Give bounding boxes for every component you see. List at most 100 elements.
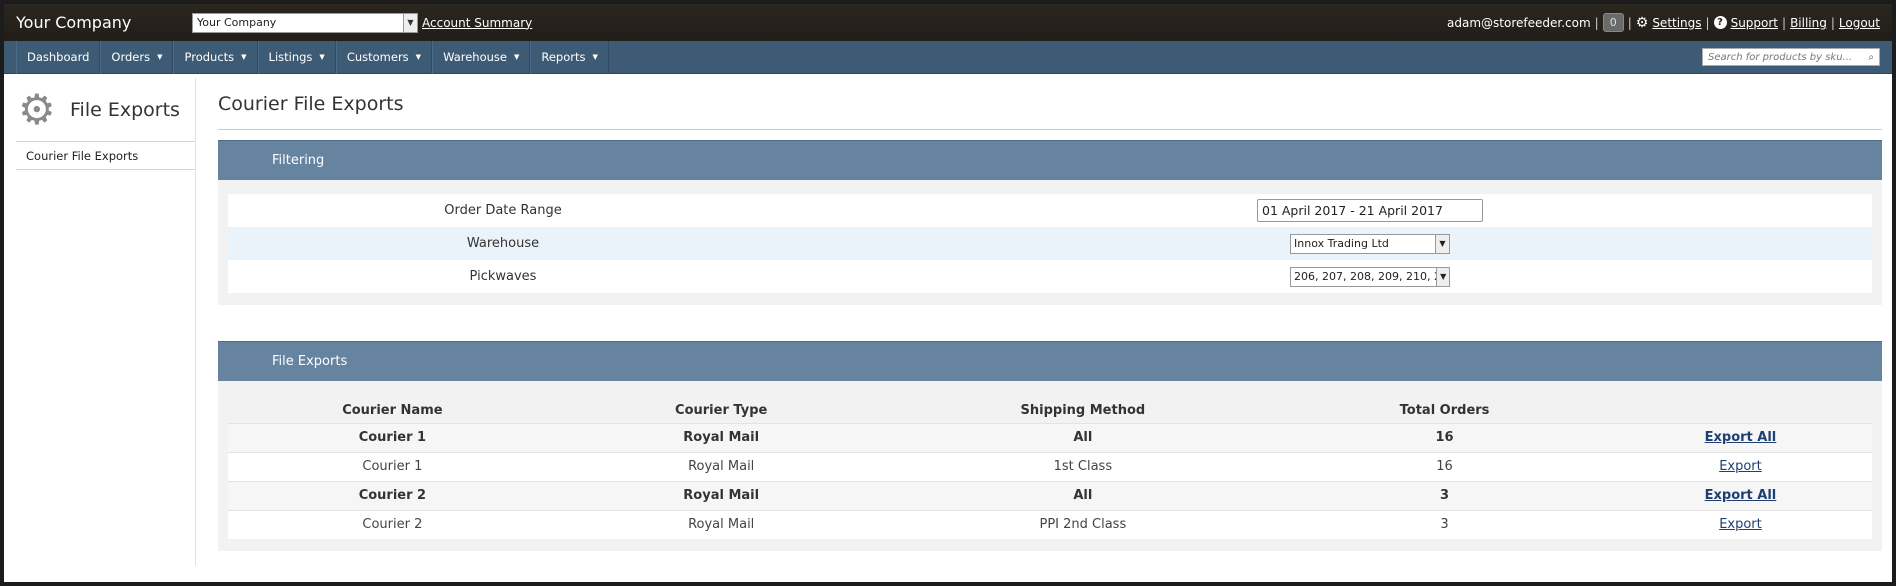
caret-down-icon: ▼ (592, 53, 598, 61)
courier-name: Courier 1 (228, 451, 557, 481)
courier-name: Courier 2 (228, 509, 557, 539)
brand-name: Your Company (16, 13, 132, 32)
filter-row-date-range: Order Date Range 01 April 2017 - 21 Apri… (228, 194, 1872, 227)
user-menu: adam@storefeeder.com | 0 | ⚙ Settings | … (1447, 13, 1880, 32)
courier-name: Courier 2 (228, 480, 557, 510)
sidebar-item-label: Courier File Exports (26, 148, 139, 163)
total-orders: 16 (1280, 451, 1609, 481)
app-window: Your Company Your Company ▼ Account Summ… (4, 4, 1892, 582)
nav-label: Products (184, 50, 235, 64)
panel-spacer (218, 305, 1882, 341)
nav-label: Dashboard (27, 50, 90, 64)
courier-name: Courier 1 (228, 422, 557, 452)
sidebar: ⚙ File Exports Courier File Exports (16, 78, 196, 566)
chevron-down-icon[interactable]: ▼ (1436, 267, 1449, 286)
company-select-value: Your Company (197, 16, 277, 29)
settings-link[interactable]: Settings (1652, 16, 1701, 30)
export-link[interactable]: Export (1719, 459, 1762, 474)
billing-link[interactable]: Billing (1790, 16, 1827, 30)
warehouse-select-value: Innox Trading Ltd (1294, 237, 1389, 250)
nav-label: Orders (111, 50, 151, 64)
main-content: Courier File Exports Filtering Order Dat… (218, 78, 1882, 551)
user-email: adam@storefeeder.com (1447, 15, 1591, 30)
chevron-down-icon[interactable]: ▼ (403, 13, 417, 32)
support-link[interactable]: Support (1731, 16, 1778, 30)
filter-row-warehouse: Warehouse Innox Trading Ltd ▼ (228, 227, 1872, 260)
company-select[interactable]: Your Company ▼ (192, 12, 418, 33)
shipping-method: All (885, 480, 1281, 510)
sidebar-title: File Exports (70, 98, 180, 121)
courier-type: Royal Mail (556, 451, 886, 481)
pickwaves-select-value: 206, 207, 208, 209, 210, 211 (1294, 270, 1436, 283)
filtering-heading: Filtering (218, 140, 1882, 180)
column-header-action (1609, 399, 1872, 423)
nav-reports[interactable]: Reports ▼ (530, 40, 609, 74)
table-row: Courier 1 Royal Mail 1st Class 16 Export (228, 451, 1872, 481)
courier-type: Royal Mail (556, 422, 886, 452)
shipping-method: 1st Class (885, 451, 1281, 481)
caret-down-icon: ▼ (241, 53, 247, 61)
filter-label: Pickwaves (469, 269, 537, 284)
caret-down-icon: ▼ (157, 53, 163, 61)
pickwaves-select[interactable]: 206, 207, 208, 209, 210, 211 ▼ (1290, 266, 1450, 287)
nav-label: Listings (268, 50, 313, 64)
sidebar-item-courier-file-exports[interactable]: Courier File Exports (16, 142, 195, 170)
table-row: Courier 2 Royal Mail PPI 2nd Class 3 Exp… (228, 509, 1872, 539)
exports-table: Courier Name Courier Type Shipping Metho… (228, 399, 1872, 539)
notification-badge[interactable]: 0 (1602, 13, 1624, 32)
nav-label: Reports (541, 50, 586, 64)
account-summary-link[interactable]: Account Summary (422, 16, 532, 30)
logout-link[interactable]: Logout (1839, 16, 1880, 30)
caret-down-icon: ▼ (319, 53, 325, 61)
filtering-body: Order Date Range 01 April 2017 - 21 Apri… (218, 180, 1882, 305)
export-link[interactable]: Export (1719, 517, 1762, 532)
nav-customers[interactable]: Customers ▼ (335, 40, 433, 74)
courier-type: Royal Mail (556, 480, 886, 510)
sidebar-header: ⚙ File Exports (16, 78, 195, 142)
page-title: Courier File Exports (218, 78, 1882, 130)
caret-down-icon: ▼ (415, 53, 422, 61)
file-exports-heading: File Exports (218, 341, 1882, 381)
separator: | (1627, 15, 1632, 30)
caret-down-icon: ▼ (513, 53, 520, 61)
search-placeholder: Search for products by sku... (1708, 51, 1853, 63)
top-bar: Your Company Your Company ▼ Account Summ… (4, 4, 1892, 41)
file-exports-panel: File Exports Courier Name Courier Type S… (218, 341, 1882, 551)
column-header-courier-name: Courier Name (342, 403, 443, 419)
nav-dashboard[interactable]: Dashboard (16, 40, 101, 74)
nav-label: Customers (346, 50, 409, 64)
date-range-input[interactable]: 01 April 2017 - 21 April 2017 (1257, 199, 1483, 222)
nav-listings[interactable]: Listings ▼ (257, 40, 336, 74)
file-exports-body: Courier Name Courier Type Shipping Metho… (218, 381, 1882, 551)
separator: | (1594, 15, 1599, 30)
separator: | (1830, 15, 1835, 30)
export-all-link[interactable]: Export All (1705, 430, 1777, 445)
column-header-shipping-method: Shipping Method (1020, 403, 1146, 419)
total-orders: 16 (1280, 422, 1609, 452)
nav-warehouse[interactable]: Warehouse ▼ (432, 40, 531, 74)
nav-products[interactable]: Products ▼ (173, 40, 258, 74)
column-header-total-orders: Total Orders (1399, 403, 1490, 419)
chevron-down-icon[interactable]: ▼ (1435, 234, 1449, 253)
column-header-courier-type: Courier Type (675, 403, 768, 419)
total-orders: 3 (1280, 509, 1609, 539)
product-search-input[interactable]: Search for products by sku... ⌕ (1702, 48, 1880, 66)
filter-row-pickwaves: Pickwaves 206, 207, 208, 209, 210, 211 ▼ (228, 260, 1872, 293)
nav-label: Warehouse (443, 50, 507, 64)
nav-orders[interactable]: Orders ▼ (100, 40, 174, 74)
export-all-link[interactable]: Export All (1705, 488, 1777, 503)
table-row: Courier 1 Royal Mail All 16 Export All (228, 422, 1872, 452)
warehouse-select[interactable]: Innox Trading Ltd ▼ (1290, 233, 1450, 254)
courier-type: Royal Mail (556, 509, 886, 539)
separator: | (1705, 15, 1710, 30)
table-row: Courier 2 Royal Mail All 3 Export All (228, 480, 1872, 510)
shipping-method: All (885, 422, 1281, 452)
search-icon[interactable]: ⌕ (1868, 52, 1874, 63)
filter-label: Order Date Range (444, 203, 562, 218)
filter-label: Warehouse (466, 236, 540, 251)
filtering-panel: Filtering Order Date Range 01 April 2017… (218, 140, 1882, 341)
gears-icon: ⚙ (18, 84, 56, 134)
gear-icon: ⚙ (1635, 14, 1649, 31)
main-nav: Dashboard Orders ▼ Products ▼ Listings ▼ Cu… (4, 40, 1892, 74)
total-orders: 3 (1280, 480, 1609, 510)
